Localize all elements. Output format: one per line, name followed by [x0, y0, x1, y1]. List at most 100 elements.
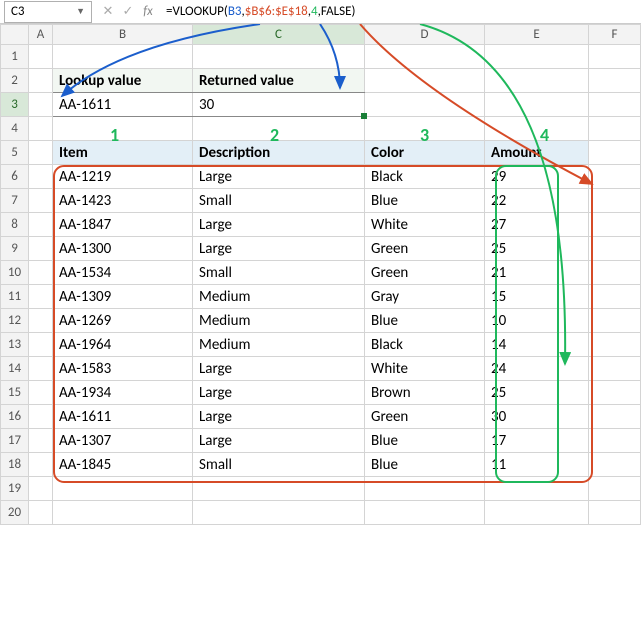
spreadsheet-grid[interactable]: A B C D E F 12Lookup valueReturned value… — [0, 24, 641, 525]
cell[interactable] — [193, 501, 365, 525]
cell[interactable]: Small — [193, 189, 365, 213]
cell[interactable] — [193, 45, 365, 69]
cell[interactable]: AA-1934 — [53, 381, 193, 405]
cell[interactable]: Gray — [365, 285, 485, 309]
col-header[interactable]: F — [589, 25, 641, 45]
cell[interactable] — [29, 165, 53, 189]
cell[interactable] — [29, 501, 53, 525]
cell[interactable]: AA-1219 — [53, 165, 193, 189]
cell[interactable]: Medium — [193, 333, 365, 357]
cell[interactable]: AA-1847 — [53, 213, 193, 237]
row-header[interactable]: 11 — [1, 285, 29, 309]
col-header[interactable]: B — [53, 25, 193, 45]
cell[interactable]: White — [365, 213, 485, 237]
cell[interactable]: Large — [193, 237, 365, 261]
cell[interactable] — [589, 189, 641, 213]
cell[interactable]: Blue — [365, 189, 485, 213]
cell[interactable] — [589, 237, 641, 261]
cell[interactable]: 10 — [485, 309, 589, 333]
cell[interactable] — [29, 309, 53, 333]
cell[interactable]: Medium — [193, 285, 365, 309]
cell[interactable] — [29, 405, 53, 429]
cell[interactable]: 15 — [485, 285, 589, 309]
cell[interactable] — [29, 477, 53, 501]
row-header[interactable]: 8 — [1, 213, 29, 237]
row-header[interactable]: 13 — [1, 333, 29, 357]
row-header[interactable]: 16 — [1, 405, 29, 429]
cell[interactable] — [29, 189, 53, 213]
cell[interactable] — [365, 93, 485, 117]
cell[interactable] — [589, 381, 641, 405]
cell[interactable] — [29, 453, 53, 477]
cell[interactable]: Amount — [485, 141, 589, 165]
cell[interactable]: AA-1300 — [53, 237, 193, 261]
row-header[interactable]: 14 — [1, 357, 29, 381]
col-header[interactable]: A — [29, 25, 53, 45]
formula-input[interactable]: =VLOOKUP(B3,$B$6:$E$18,4,FALSE) — [160, 1, 641, 23]
cell[interactable] — [29, 213, 53, 237]
cell[interactable] — [589, 141, 641, 165]
cell[interactable] — [29, 93, 53, 117]
cell[interactable] — [29, 45, 53, 69]
cell[interactable]: AA-1845 — [53, 453, 193, 477]
cell[interactable]: 11 — [485, 453, 589, 477]
cell[interactable] — [485, 45, 589, 69]
cell[interactable]: Large — [193, 429, 365, 453]
cell[interactable]: 25 — [485, 237, 589, 261]
cell[interactable] — [589, 165, 641, 189]
cell[interactable] — [29, 381, 53, 405]
cell[interactable] — [589, 333, 641, 357]
cell[interactable] — [53, 117, 193, 141]
cell[interactable] — [589, 429, 641, 453]
cell[interactable] — [365, 501, 485, 525]
row-header[interactable]: 12 — [1, 309, 29, 333]
cell[interactable] — [53, 45, 193, 69]
cell[interactable]: Blue — [365, 429, 485, 453]
cell[interactable] — [589, 285, 641, 309]
cell[interactable] — [589, 357, 641, 381]
cell[interactable]: Black — [365, 333, 485, 357]
cell[interactable] — [589, 69, 641, 93]
cell[interactable] — [589, 405, 641, 429]
cell[interactable] — [29, 333, 53, 357]
cell[interactable]: 14 — [485, 333, 589, 357]
cancel-icon[interactable]: ✕ — [100, 4, 116, 19]
cell[interactable] — [589, 261, 641, 285]
cell[interactable]: 25 — [485, 381, 589, 405]
cell[interactable] — [29, 285, 53, 309]
cell[interactable]: AA-1583 — [53, 357, 193, 381]
cell[interactable]: Lookup value — [53, 69, 193, 93]
cell[interactable]: Large — [193, 381, 365, 405]
cell[interactable]: AA-1269 — [53, 309, 193, 333]
cell[interactable] — [53, 477, 193, 501]
row-header[interactable]: 2 — [1, 69, 29, 93]
row-header[interactable]: 15 — [1, 381, 29, 405]
chevron-down-icon[interactable]: ▼ — [76, 6, 85, 17]
cell[interactable]: Green — [365, 261, 485, 285]
cell[interactable] — [485, 501, 589, 525]
cell[interactable] — [589, 117, 641, 141]
cell[interactable]: Item — [53, 141, 193, 165]
cell[interactable]: AA-1307 — [53, 429, 193, 453]
cell[interactable] — [589, 477, 641, 501]
cell[interactable]: AA-1423 — [53, 189, 193, 213]
row-header[interactable]: 1 — [1, 45, 29, 69]
cell[interactable]: White — [365, 357, 485, 381]
cell[interactable] — [193, 477, 365, 501]
row-header[interactable]: 4 — [1, 117, 29, 141]
cell[interactable] — [29, 357, 53, 381]
cell[interactable]: 30 — [193, 93, 365, 117]
cell[interactable]: 30 — [485, 405, 589, 429]
cell[interactable] — [485, 117, 589, 141]
cell[interactable]: Blue — [365, 453, 485, 477]
cell[interactable]: 24 — [485, 357, 589, 381]
cell[interactable] — [29, 429, 53, 453]
cell[interactable]: Green — [365, 405, 485, 429]
cell[interactable]: Small — [193, 453, 365, 477]
cell[interactable] — [589, 45, 641, 69]
row-header[interactable]: 10 — [1, 261, 29, 285]
cell[interactable]: AA-1534 — [53, 261, 193, 285]
fx-icon[interactable]: fx — [140, 4, 156, 19]
cell[interactable]: Brown — [365, 381, 485, 405]
cell[interactable] — [29, 141, 53, 165]
